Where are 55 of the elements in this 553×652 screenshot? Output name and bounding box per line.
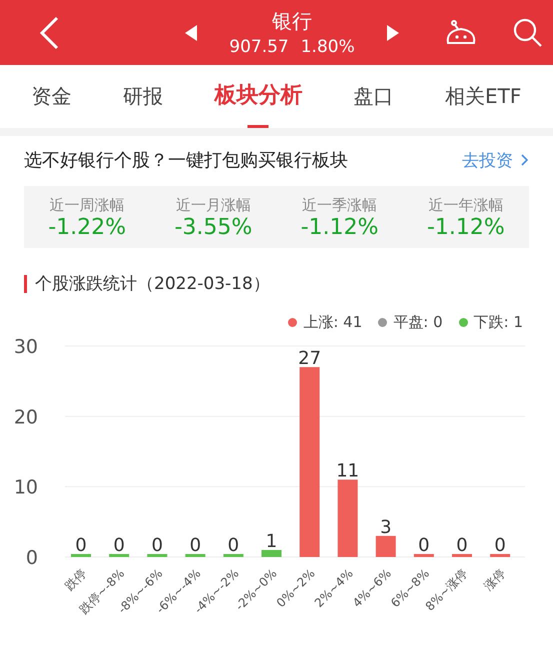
bar-value-label: 0	[151, 535, 163, 556]
change-percent: 1.80%	[300, 37, 355, 57]
index-price: 907.57	[229, 37, 289, 57]
bar-value-label: 0	[494, 535, 506, 556]
stat-value: -1.12%	[300, 215, 379, 240]
category-label: 跌停	[62, 566, 90, 594]
y-tick-label: 20	[14, 406, 38, 428]
bar-value-label: 0	[75, 535, 87, 556]
bar	[414, 554, 434, 557]
bar	[490, 554, 510, 557]
bar-value-label: 0	[418, 535, 430, 556]
bar-value-label: 0	[190, 535, 202, 556]
bar	[185, 554, 206, 557]
bar	[452, 554, 472, 557]
legend-label: 下跌: 1	[474, 313, 523, 332]
legend-label: 平盘: 0	[393, 313, 443, 332]
section-title: 个股涨跌统计（2022-03-18）	[35, 273, 270, 295]
tab[interactable]: 研报	[114, 65, 171, 128]
bar-value-label: 1	[266, 530, 278, 552]
next-triangle-icon[interactable]	[387, 24, 399, 40]
stat-label: 近一月涨幅	[176, 196, 251, 215]
y-tick-label: 10	[14, 476, 38, 499]
bar-value-label: 3	[380, 516, 392, 538]
section-marker	[24, 274, 27, 292]
stat-value: -3.55%	[174, 215, 252, 240]
promo-text: 选不好银行个股？一键打包购买银行板块	[24, 149, 348, 172]
stat-label: 近一年涨幅	[428, 196, 504, 215]
bar	[223, 554, 244, 557]
bar	[262, 550, 282, 557]
stat-label: 近一周涨幅	[50, 196, 125, 215]
bar-value-label: 27	[298, 348, 322, 370]
tab[interactable]: 资金	[24, 65, 80, 128]
y-tick-label: 30	[14, 336, 38, 358]
category-label: 涨停	[481, 566, 508, 594]
bar	[71, 554, 91, 557]
bar-value-label: 0	[228, 535, 240, 556]
bar-value-label: 0	[456, 535, 468, 556]
bar-value-label: 11	[336, 460, 360, 482]
stat-value: -1.22%	[48, 215, 126, 240]
robot-icon[interactable]	[445, 18, 477, 46]
back-icon[interactable]	[38, 16, 60, 50]
previous-triangle-icon[interactable]	[185, 24, 197, 40]
bar	[109, 554, 130, 557]
stat-label: 近一季涨幅	[302, 196, 378, 215]
bar	[376, 536, 396, 557]
legend-label: 上涨: 41	[303, 313, 362, 332]
chevron-right-icon	[521, 154, 529, 166]
stat-value: -1.12%	[426, 215, 505, 240]
bar-value-label: 0	[113, 535, 125, 556]
search-icon[interactable]	[513, 18, 543, 48]
tab[interactable]: 盘口	[346, 65, 402, 128]
tab[interactable]: 相关ETF	[436, 65, 530, 128]
bar	[147, 554, 168, 557]
sector-title: 银行	[272, 8, 312, 35]
y-tick-label: 0	[26, 547, 38, 569]
